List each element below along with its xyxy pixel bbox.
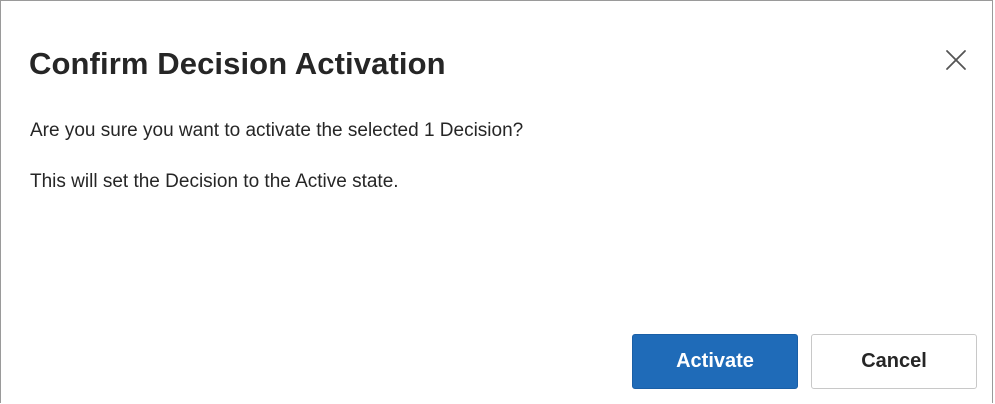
cancel-button[interactable]: Cancel xyxy=(811,334,977,389)
close-icon xyxy=(946,50,966,70)
activate-button[interactable]: Activate xyxy=(632,334,798,389)
dialog-message-detail: This will set the Decision to the Active… xyxy=(30,171,399,192)
confirm-dialog: Confirm Decision Activation Are you sure… xyxy=(0,0,993,403)
close-button[interactable] xyxy=(937,41,975,79)
dialog-message-confirm: Are you sure you want to activate the se… xyxy=(30,120,524,141)
dialog-title: Confirm Decision Activation xyxy=(29,46,446,81)
